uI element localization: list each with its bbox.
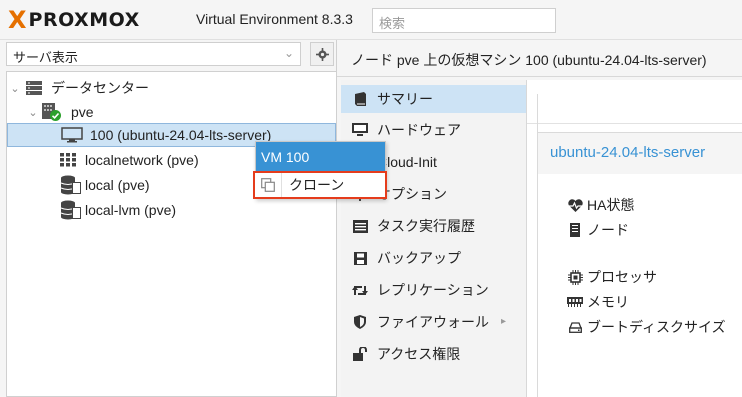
- summary-toolbar: [527, 80, 742, 124]
- nav-item-backup[interactable]: バックアップ: [341, 244, 526, 272]
- nav-item-label: オプション: [377, 186, 447, 202]
- list-icon: [352, 219, 368, 233]
- stat-label: ブートディスクサイズ: [587, 319, 726, 335]
- heartbeat-icon: [567, 198, 583, 212]
- resource-tree: ⌄ データセンター ⌄ pve 100 (ubuntu-24.04-lts-se…: [6, 71, 337, 397]
- server-icon: [570, 223, 580, 237]
- nav-item-label: バックアップ: [377, 250, 461, 266]
- chevron-down-icon: ⌄: [283, 46, 294, 60]
- search-input[interactable]: 検索: [372, 8, 556, 33]
- tree-item-node-pve[interactable]: ⌄ pve: [7, 100, 336, 124]
- book-icon: [354, 92, 366, 106]
- vm-name-title: ubuntu-24.04-lts-server: [537, 132, 742, 174]
- nav-item-label: アクセス権限: [377, 346, 461, 362]
- stat-boot-disk-size: ブートディスクサイズ: [567, 317, 726, 337]
- floppy-icon: [353, 251, 367, 265]
- view-select-value: サーバ表示: [13, 51, 78, 66]
- tree-item-label: localnetwork (pve): [85, 152, 199, 168]
- tree-item-datacenter[interactable]: ⌄ データセンター: [7, 76, 336, 100]
- tree-item-label: データセンター: [51, 80, 149, 96]
- stat-label: HA状態: [587, 197, 635, 213]
- expander-icon[interactable]: ⌄: [9, 82, 21, 95]
- nav-item-summary[interactable]: サマリー: [341, 85, 526, 113]
- nav-item-firewall[interactable]: ファイアウォール ▸: [341, 308, 526, 336]
- gear-icon: [315, 47, 329, 61]
- submenu-arrow-icon: ▸: [500, 316, 506, 327]
- nav-item-label: ハードウェア: [377, 122, 461, 138]
- storage-icon: [60, 200, 82, 220]
- logo-wordmark: PROXMOX: [28, 9, 140, 31]
- memory-icon: [567, 297, 583, 307]
- nav-item-hardware[interactable]: ハードウェア: [341, 116, 526, 144]
- storage-icon: [60, 175, 82, 195]
- logo-x-mark: X: [8, 6, 27, 34]
- nav-item-replication[interactable]: レプリケーション: [341, 276, 526, 304]
- stat-label: プロセッサ: [587, 269, 657, 285]
- cpu-icon: [567, 269, 583, 285]
- retweet-icon: [352, 285, 368, 295]
- view-select[interactable]: サーバ表示 ⌄: [6, 42, 301, 66]
- hdd-icon: [568, 321, 582, 333]
- unlock-icon: [353, 347, 367, 361]
- vm-nav-menu: サマリー ハードウェア Cloud-Init オプション タスク実行履歴 バック…: [341, 80, 527, 397]
- nav-item-task-history[interactable]: タスク実行履歴: [341, 212, 526, 240]
- vm-context-menu: VM 100 クローン: [253, 141, 387, 199]
- panel-divider: [537, 94, 538, 397]
- tree-item-label: 100 (ubuntu-24.04-lts-server): [90, 127, 272, 143]
- stat-node: ノード: [567, 220, 629, 240]
- tree-item-label: local (pve): [85, 177, 150, 193]
- top-bar: X PROXMOX Virtual Environment 8.3.3 検索: [0, 0, 742, 40]
- monitor-icon: [352, 123, 368, 136]
- nav-item-label: タスク実行履歴: [377, 218, 475, 234]
- nav-item-label: サマリー: [377, 91, 433, 107]
- resource-tree-panel: サーバ表示 ⌄ ⌄ データセンター ⌄ pve 100 (ubuntu-24.0…: [0, 40, 337, 397]
- node-online-icon: [41, 103, 61, 121]
- clone-menu-label: クローン: [289, 177, 345, 193]
- tree-item-label: pve: [71, 104, 94, 120]
- stat-processor: プロセッサ: [567, 267, 657, 287]
- vm-monitor-icon: [61, 127, 83, 143]
- network-grid-icon: [60, 153, 76, 167]
- copy-icon: [261, 178, 275, 192]
- shield-icon: [354, 315, 366, 329]
- version-label: Virtual Environment 8.3.3: [196, 11, 353, 27]
- nav-item-label: ファイアウォール: [377, 314, 489, 330]
- content-title: ノード pve 上の仮想マシン 100 (ubuntu-24.04-lts-se…: [337, 40, 742, 77]
- stat-label: メモリ: [587, 294, 629, 310]
- expander-icon[interactable]: ⌄: [27, 106, 39, 119]
- stat-memory: メモリ: [567, 292, 629, 312]
- summary-panel: ubuntu-24.04-lts-server HA状態 ノード プロセッサ メ…: [527, 80, 742, 397]
- tree-item-local-lvm[interactable]: local-lvm (pve): [7, 198, 336, 222]
- nav-item-label: レプリケーション: [377, 282, 489, 298]
- clone-menu-item[interactable]: クローン: [253, 171, 387, 199]
- datacenter-icon: [26, 81, 42, 95]
- tree-item-label: local-lvm (pve): [85, 202, 177, 218]
- tree-settings-button[interactable]: [310, 42, 334, 66]
- stat-label: ノード: [587, 222, 629, 238]
- stat-ha-state: HA状態: [567, 195, 634, 215]
- nav-item-permissions[interactable]: アクセス権限: [341, 340, 526, 368]
- proxmox-logo: X PROXMOX: [8, 7, 140, 33]
- context-menu-title: VM 100: [256, 142, 385, 171]
